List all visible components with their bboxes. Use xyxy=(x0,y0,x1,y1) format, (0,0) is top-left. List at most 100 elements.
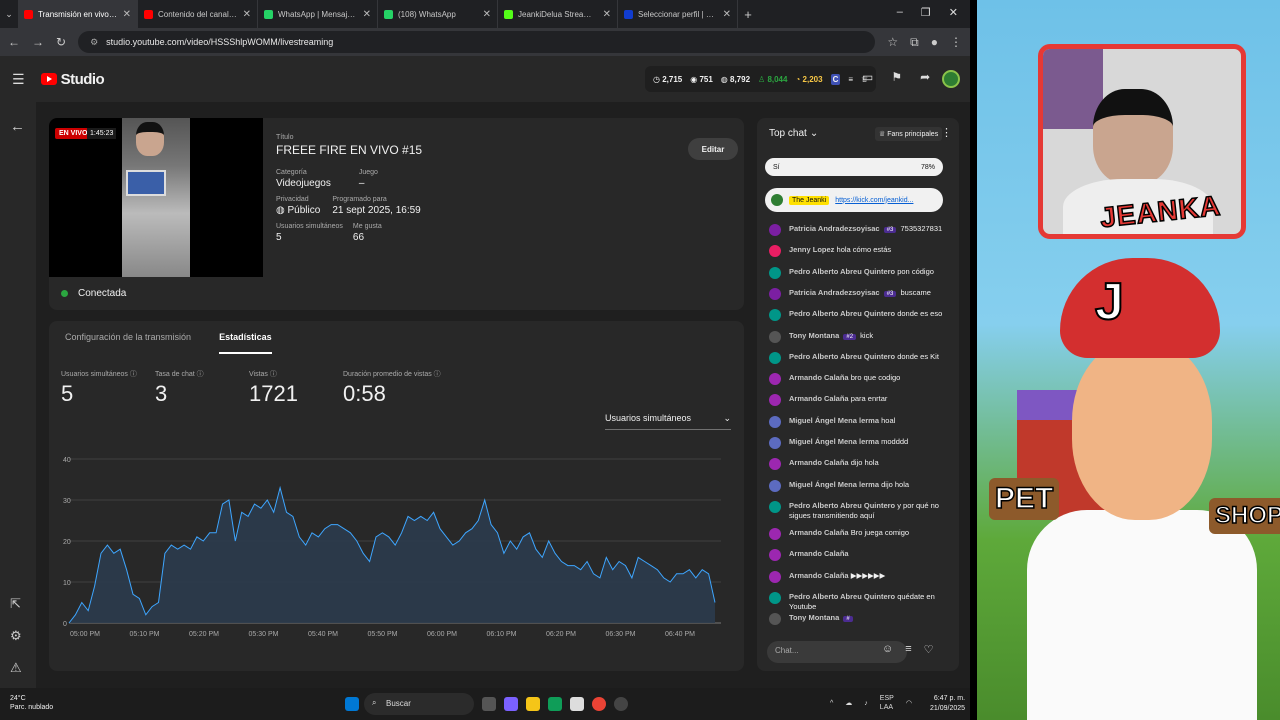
wifi-icon[interactable]: ◠ xyxy=(906,699,912,707)
channel-avatar[interactable] xyxy=(942,70,960,88)
heart-icon[interactable]: ♡ xyxy=(924,643,934,656)
stream-overlay: PET SHOP xyxy=(977,0,1280,720)
chat-message[interactable]: Armando Calaña xyxy=(769,549,949,562)
studio-logo[interactable]: Studio xyxy=(40,71,105,88)
popout-icon[interactable]: ▭ xyxy=(862,70,873,84)
tab-close-icon[interactable]: ✕ xyxy=(243,9,251,20)
chat-message[interactable]: Armando Calaña ▶▶▶▶▶▶ xyxy=(769,570,949,583)
pinned-message[interactable]: The Jeanki https://kick.com/jeankid... xyxy=(765,188,943,212)
chat-mode-selector[interactable]: Top chat xyxy=(769,128,807,139)
chat-actions: ☺ ≡ ♡ xyxy=(882,643,934,656)
url-text: studio.youtube.com/video/HSSShlpWOMM/liv… xyxy=(106,37,334,47)
chat-message[interactable]: Pedro Alberto Abreu Quintero donde es Ki… xyxy=(769,351,949,364)
browser-tab[interactable]: (108) WhatsApp ✕ xyxy=(378,0,498,28)
back-arrow-icon[interactable]: ← xyxy=(10,118,25,135)
tray-expand-icon[interactable]: ^ xyxy=(830,700,833,707)
chrome-icon[interactable] xyxy=(592,697,606,711)
weather-widget[interactable]: 24°C Parc. nublado xyxy=(10,694,53,712)
feedback-icon[interactable]: ⚠ xyxy=(10,660,22,676)
chat-author: Armando Calaña xyxy=(789,394,849,404)
chat-menu-icon[interactable]: ⋮ xyxy=(941,126,952,139)
lang-code[interactable]: ESP xyxy=(880,695,894,702)
url-field[interactable]: ⚙ studio.youtube.com/video/HSSShlpWOMM/l… xyxy=(78,31,876,53)
window-controls: – ❐ ✕ xyxy=(885,0,970,25)
pinned-link[interactable]: https://kick.com/jeankid... xyxy=(835,197,913,204)
taskbar-search[interactable]: ⌕ Buscar xyxy=(364,693,474,715)
close-window-icon[interactable]: ✕ xyxy=(949,6,958,19)
chat-message[interactable]: Miguel Ángel Mena lerma modddd xyxy=(769,437,949,449)
site-info-icon[interactable]: ⚙ xyxy=(90,37,98,48)
windows-start-icon[interactable] xyxy=(345,697,359,711)
menu-icon[interactable]: ⋮ xyxy=(950,35,962,49)
chat-message[interactable]: Armando Calaña para enrtar xyxy=(769,394,949,407)
app-icon[interactable] xyxy=(614,697,628,711)
chat-message[interactable]: Pedro Alberto Abreu Quintero donde es es… xyxy=(769,309,949,322)
mic-icon[interactable]: ♪ xyxy=(864,700,868,707)
bookmark-star-icon[interactable]: ☆ xyxy=(887,35,898,49)
tab-close-icon[interactable]: ✕ xyxy=(603,9,611,20)
search-label: Buscar xyxy=(386,699,411,708)
extension-badge-icon[interactable]: C xyxy=(830,73,841,85)
new-tab-button[interactable]: + xyxy=(738,7,758,22)
chat-message[interactable]: Pedro Alberto Abreu Quintero pon código xyxy=(769,266,949,279)
external-link-icon[interactable]: ⇱ xyxy=(10,596,21,612)
likes-value: 66 xyxy=(352,232,365,243)
tab-close-icon[interactable]: ✕ xyxy=(483,9,491,20)
chat-text: ▶▶▶▶▶▶ xyxy=(850,570,886,580)
tab-close-icon[interactable]: ✕ xyxy=(363,9,371,20)
chat-message[interactable]: Miguel Ángel Mena lerma hoal xyxy=(769,415,949,428)
chat-message[interactable]: Jenny Lopez hola cómo estás xyxy=(769,245,949,258)
browser-tab[interactable]: Seleccionar perfil | Disney+ ✕ xyxy=(618,0,738,28)
browser-tab[interactable]: WhatsApp | Mensajería y llama ✕ xyxy=(258,0,378,28)
chat-message[interactable]: Patricia Andradezsoyisac #3 buscame xyxy=(769,287,949,300)
tab-close-icon[interactable]: ✕ xyxy=(723,9,731,20)
chat-message[interactable]: Armando Calaña bro que codigo xyxy=(769,373,949,386)
store-icon[interactable] xyxy=(570,697,584,711)
edge-icon[interactable] xyxy=(548,697,562,711)
share-icon[interactable]: ➦ xyxy=(920,70,930,84)
tab-search-icon[interactable]: ⌄ xyxy=(0,9,18,20)
cloud-icon[interactable]: ☁ xyxy=(845,699,852,707)
chat-message[interactable]: Armando Calaña dijo hola xyxy=(769,458,949,471)
browser-tab[interactable]: Contenido del canal - YouTube ✕ xyxy=(138,0,258,28)
maximize-icon[interactable]: ❐ xyxy=(921,6,931,19)
tab-close-icon[interactable]: ✕ xyxy=(123,9,131,20)
tab-title: WhatsApp | Mensajería y llama xyxy=(278,9,358,19)
viewers-area-chart[interactable]: 0 10 20 30 40 05:00 PM 05:10 PM 05:20 PM 05:30 P… xyxy=(49,321,744,671)
lang-layout[interactable]: LAA xyxy=(880,704,893,711)
chat-message[interactable]: Pedro Alberto Abreu Quintero y por qué n… xyxy=(769,500,949,521)
chat-message[interactable]: Tony Montana #2 kick xyxy=(769,330,949,343)
chat-message[interactable]: Patricia Andradezsoyisac #3 7535327831 xyxy=(769,224,949,236)
copilot-icon[interactable] xyxy=(504,697,518,711)
bookmark-icon[interactable]: ⚑ xyxy=(891,70,902,84)
poll-banner[interactable]: Sí 78% xyxy=(765,158,943,176)
chat-message[interactable]: Armando Calaña Bro juega comigo xyxy=(769,527,949,540)
top-fans-button[interactable]: ♕ Fans principales xyxy=(875,127,943,141)
hamburger-menu-icon[interactable]: ☰ xyxy=(12,71,25,88)
edit-button[interactable]: Editar xyxy=(688,138,738,160)
file-explorer-icon[interactable] xyxy=(526,697,540,711)
x-tick-label: 05:00 PM xyxy=(70,631,100,638)
extensions-icon[interactable]: ⧉ xyxy=(910,35,919,50)
emoji-icon[interactable]: ☺ xyxy=(882,643,893,656)
chat-message[interactable]: Pedro Alberto Abreu Quintero quédate en … xyxy=(769,591,949,612)
chat-message[interactable]: Tony Montana # xyxy=(769,613,949,626)
minimize-icon[interactable]: – xyxy=(897,6,903,19)
task-view-icon[interactable] xyxy=(482,697,496,711)
back-icon[interactable]: ← xyxy=(8,35,20,49)
forward-icon[interactable]: → xyxy=(32,35,44,49)
reload-icon[interactable]: ↻ xyxy=(56,35,66,49)
chat-message[interactable]: Miguel Ángel Mena lerma dijo hola xyxy=(769,479,949,492)
browser-tab[interactable]: Transmisión en vivo - YouTube ✕ xyxy=(18,0,138,28)
chat-text: kick xyxy=(860,330,874,340)
stat-value: 751 xyxy=(699,74,713,84)
realtime-stats[interactable]: ◷ 2,715 ◉ 751 ◍ 8,792 ♙ 8,044 ◔ 2,203 C … xyxy=(645,66,877,92)
settings-gear-icon[interactable]: ⚙ xyxy=(10,628,22,644)
profile-icon[interactable]: ● xyxy=(931,35,938,49)
list-icon[interactable]: ≡ xyxy=(848,75,853,84)
address-bar: ← → ↻ ⚙ studio.youtube.com/video/HSSShlp… xyxy=(0,28,970,56)
taskbar-clock[interactable]: 6:47 p. m. 21/09/2025 xyxy=(930,694,965,714)
poll-icon[interactable]: ≡ xyxy=(905,643,911,656)
stream-preview[interactable]: EN VIVO 1:45:23 xyxy=(49,118,263,277)
browser-tab[interactable]: JeankiDelua Stream - Watch ✕ xyxy=(498,0,618,28)
